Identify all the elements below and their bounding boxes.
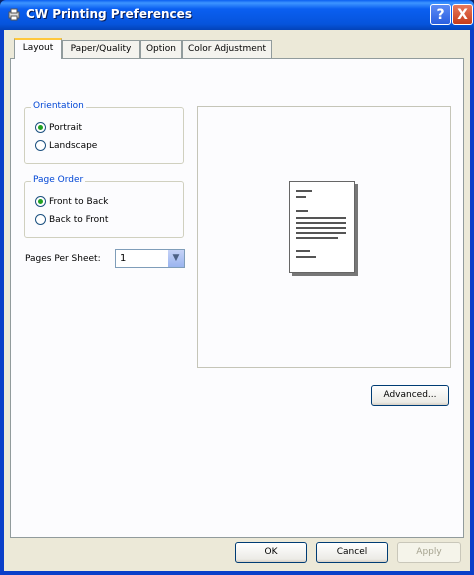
chevron-down-icon[interactable]: ▼ (168, 250, 184, 267)
front-to-back-label: Front to Back (49, 197, 109, 207)
orientation-label: Orientation (31, 101, 86, 111)
page-order-label: Page Order (31, 175, 86, 185)
pages-per-sheet-value: 1 (120, 253, 127, 264)
page-order-group: Page Order Front to Back Back to Front (24, 175, 184, 238)
printer-icon (7, 7, 21, 21)
page-line (296, 250, 310, 252)
help-button[interactable]: ? (430, 4, 451, 25)
page-line (296, 232, 346, 234)
page-line (296, 190, 312, 192)
orientation-group: Orientation Portrait Landscape (24, 101, 184, 164)
cancel-button[interactable]: Cancel (316, 542, 388, 563)
layout-preview (197, 106, 451, 368)
tab-color-adjustment[interactable]: Color Adjustment (182, 40, 272, 58)
layout-tab-page: Orientation Portrait Landscape Page Orde… (10, 58, 464, 538)
dialog-client: Layout Paper/Quality Option Color Adjust… (4, 30, 470, 571)
portrait-radio[interactable] (35, 122, 46, 133)
landscape-radio[interactable] (35, 140, 46, 151)
back-to-front-label: Back to Front (49, 215, 109, 225)
page-line (296, 227, 346, 229)
portrait-label: Portrait (49, 123, 83, 133)
window-title: CW Printing Preferences (26, 7, 192, 21)
page-preview-icon (289, 181, 355, 273)
page-line (296, 196, 306, 198)
apply-button[interactable]: Apply (397, 542, 461, 563)
page-line (296, 256, 316, 258)
tab-option[interactable]: Option (140, 40, 182, 58)
title-bar: CW Printing Preferences ? X (0, 0, 474, 30)
advanced-button[interactable]: Advanced... (371, 385, 449, 406)
page-line (296, 222, 346, 224)
back-to-front-radio[interactable] (35, 214, 46, 225)
pages-per-sheet-label: Pages Per Sheet: (25, 254, 101, 264)
landscape-label: Landscape (49, 141, 98, 151)
ok-button[interactable]: OK (235, 542, 307, 563)
tab-paper-quality[interactable]: Paper/Quality (62, 40, 140, 58)
page-line (296, 210, 308, 212)
front-to-back-radio[interactable] (35, 196, 46, 207)
close-button[interactable]: X (452, 4, 473, 25)
page-line (296, 217, 346, 219)
tab-layout[interactable]: Layout (14, 38, 62, 59)
page-line (296, 237, 338, 239)
pages-per-sheet-select[interactable]: 1 ▼ (115, 249, 185, 268)
